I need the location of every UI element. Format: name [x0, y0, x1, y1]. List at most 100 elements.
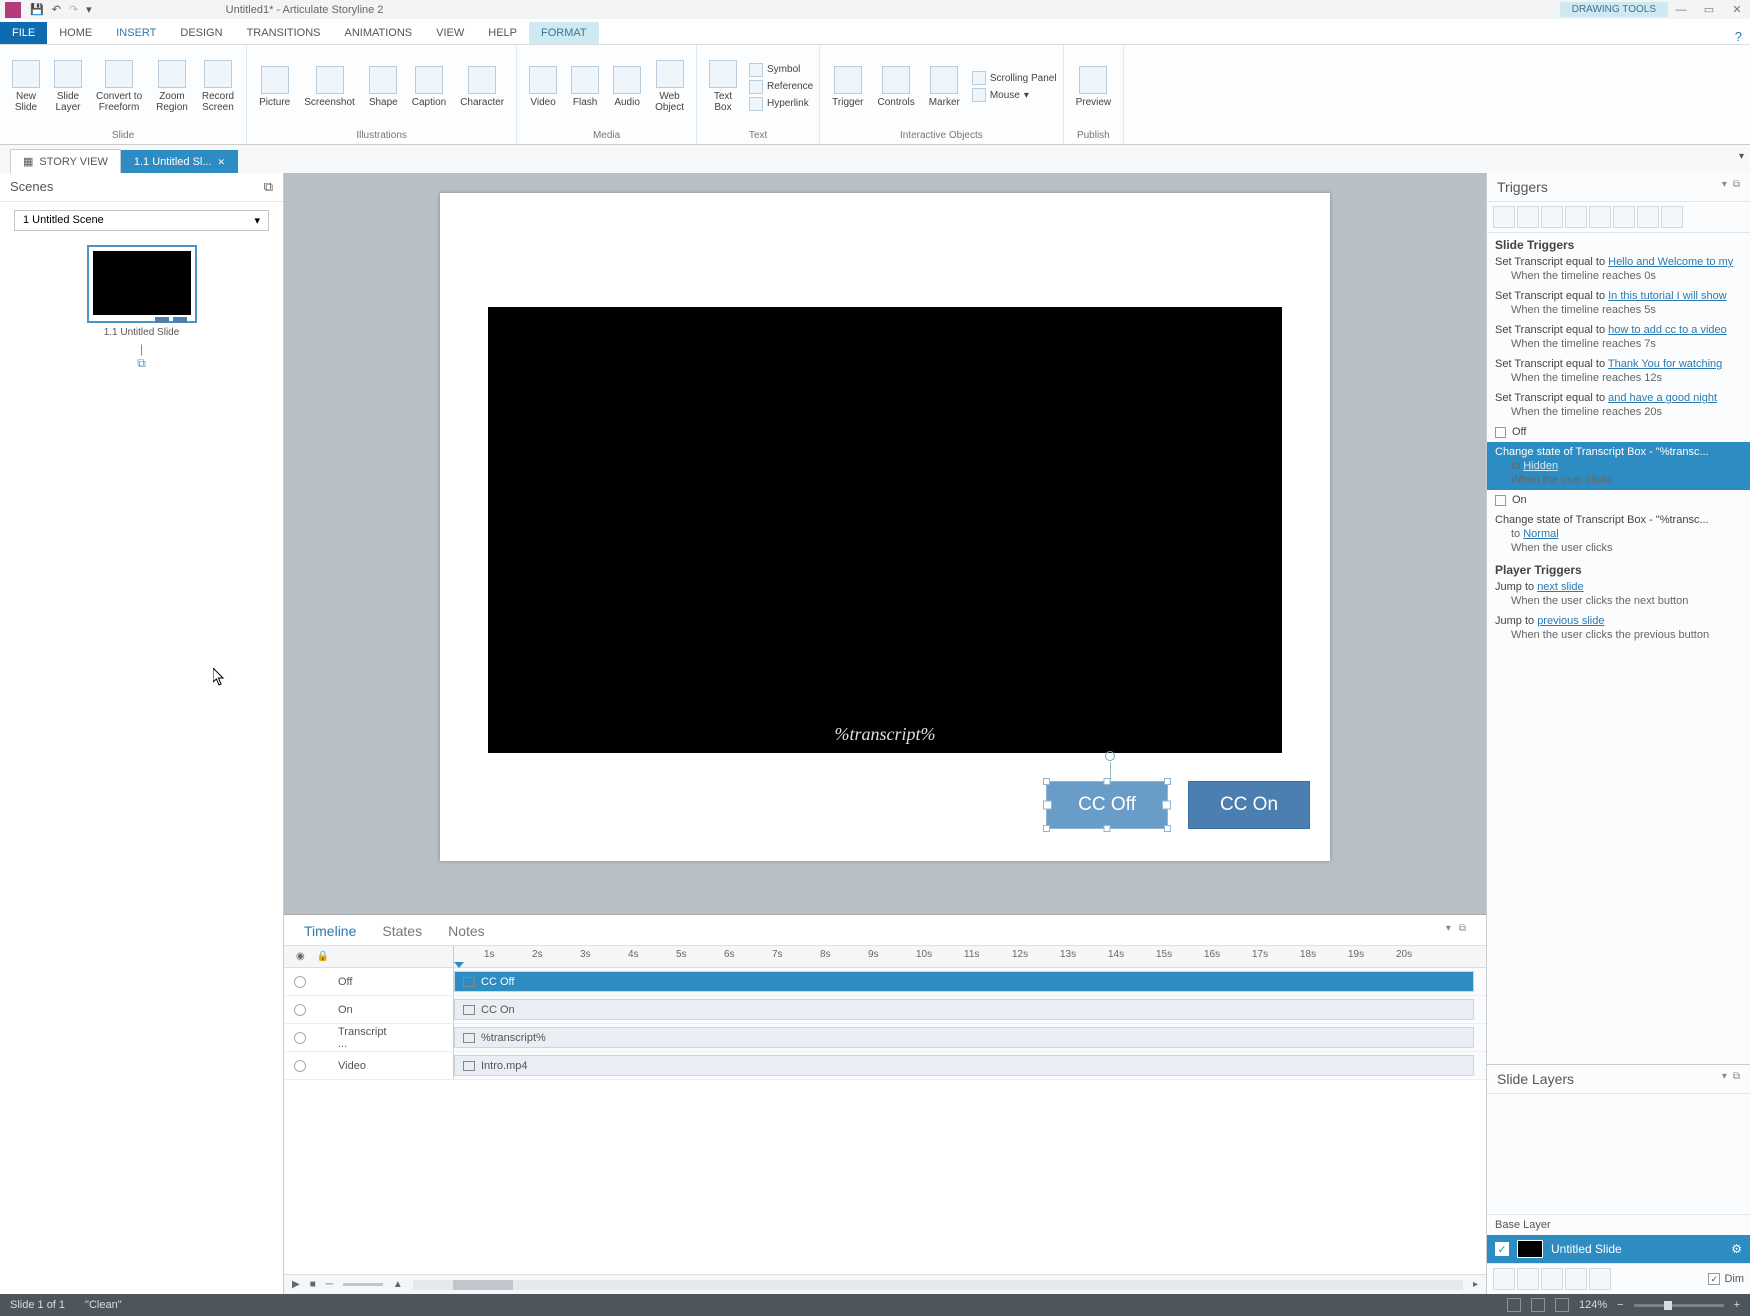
story-view-tab[interactable]: ▦STORY VIEW	[10, 149, 121, 173]
record-screen-button[interactable]: Record Screen	[196, 58, 240, 115]
dim-checkbox[interactable]: ✓	[1708, 1273, 1720, 1285]
zoom-slider[interactable]	[1634, 1304, 1724, 1307]
stop-icon[interactable]: ■	[310, 1279, 316, 1290]
trigger-item[interactable]: Set Transcript equal to Thank You for wa…	[1487, 354, 1750, 388]
redo-icon[interactable]: ↷	[69, 3, 78, 16]
tab-file[interactable]: FILE	[0, 22, 47, 44]
tab-home[interactable]: HOME	[47, 22, 104, 44]
delete-trigger-icon[interactable]	[1589, 206, 1611, 228]
zoom-out-icon[interactable]: −	[1617, 1299, 1623, 1311]
trigger-item[interactable]: Set Transcript equal to and have a good …	[1487, 388, 1750, 422]
move-up-icon[interactable]	[1613, 206, 1635, 228]
timeline-row[interactable]: Transcript ...%transcript%	[284, 1024, 1486, 1052]
timeline-row[interactable]: OnCC On	[284, 996, 1486, 1024]
timeline-ruler[interactable]: 1s2s3s4s5s6s7s8s9s10s11s12s13s14s15s16s1…	[454, 946, 1486, 967]
close-button[interactable]: ✕	[1724, 1, 1750, 19]
eye-icon[interactable]	[294, 1060, 306, 1072]
canvas[interactable]: %transcript% CC Off CC On	[284, 173, 1486, 914]
eye-icon[interactable]	[294, 1032, 306, 1044]
paste-layer-icon[interactable]	[1565, 1268, 1587, 1290]
play-icon[interactable]: ▶	[292, 1279, 300, 1290]
fit-icon[interactable]	[1555, 1298, 1569, 1312]
lock-icon[interactable]	[316, 1060, 328, 1072]
timeline-row[interactable]: OffCC Off	[284, 968, 1486, 996]
trigger-item[interactable]: Set Transcript equal to Hello and Welcom…	[1487, 252, 1750, 286]
web-object-button[interactable]: Web Object	[649, 58, 690, 115]
video-button[interactable]: Video	[523, 64, 563, 110]
tl-end-icon[interactable]: ▸	[1473, 1279, 1478, 1290]
layer-visible-checkbox[interactable]: ✓	[1495, 1242, 1509, 1256]
tab-format[interactable]: FORMAT	[529, 22, 599, 44]
trigger-button[interactable]: Trigger	[826, 64, 869, 110]
audio-button[interactable]: Audio	[607, 64, 647, 110]
symbol-button[interactable]: Symbol	[749, 63, 813, 77]
tab-transitions[interactable]: TRANSITIONS	[235, 22, 333, 44]
trigger-item[interactable]: Set Transcript equal to In this tutorial…	[1487, 286, 1750, 320]
controls-button[interactable]: Controls	[871, 64, 920, 110]
trigger-object[interactable]: On	[1487, 490, 1750, 510]
tl-zoom-in-icon[interactable]: ▲	[393, 1279, 403, 1290]
flash-button[interactable]: Flash	[565, 64, 605, 110]
undo-icon[interactable]: ↶	[52, 3, 61, 16]
slide-layer-button[interactable]: Slide Layer	[48, 58, 88, 115]
slide-stage[interactable]: %transcript% CC Off CC On	[440, 193, 1330, 861]
timeline-scrollbar[interactable]	[413, 1280, 1463, 1290]
hyperlink-button[interactable]: Hyperlink	[749, 97, 813, 111]
copy-trigger-icon[interactable]	[1541, 206, 1563, 228]
delete-layer-icon[interactable]	[1589, 1268, 1611, 1290]
new-trigger-icon[interactable]	[1493, 206, 1515, 228]
notes-tab[interactable]: Notes	[448, 923, 485, 939]
move-down-icon[interactable]	[1637, 206, 1659, 228]
eye-icon[interactable]	[294, 976, 306, 988]
preview-button[interactable]: Preview	[1070, 64, 1118, 110]
caption-button[interactable]: Caption	[406, 64, 452, 110]
minimize-button[interactable]: —	[1668, 1, 1694, 19]
rotation-handle[interactable]	[1105, 751, 1115, 761]
trigger-item[interactable]: Set Transcript equal to how to add cc to…	[1487, 320, 1750, 354]
popout-icon[interactable]: ⧉	[1459, 923, 1466, 939]
mouse-button[interactable]: Mouse ▾	[972, 88, 1057, 102]
paste-trigger-icon[interactable]	[1565, 206, 1587, 228]
character-button[interactable]: Character	[454, 64, 510, 110]
tab-help[interactable]: HELP	[476, 22, 529, 44]
view-grid-icon[interactable]	[1507, 1298, 1521, 1312]
collapse-icon[interactable]: ▾	[1446, 923, 1451, 939]
marker-button[interactable]: Marker	[923, 64, 966, 110]
convert-freeform-button[interactable]: Convert to Freeform	[90, 58, 148, 115]
video-placeholder[interactable]: %transcript%	[488, 307, 1282, 753]
scenes-popout-icon[interactable]: ⧉	[264, 179, 273, 195]
variables-icon[interactable]	[1661, 206, 1683, 228]
tl-zoom-out-icon[interactable]: ─	[326, 1279, 333, 1290]
timeline-tab[interactable]: Timeline	[304, 923, 356, 939]
text-box-button[interactable]: Text Box	[703, 58, 743, 115]
dup-layer-icon[interactable]	[1541, 1268, 1563, 1290]
eye-header-icon[interactable]: ◉	[296, 951, 305, 962]
trigger-item[interactable]: Change state of Transcript Box - "%trans…	[1487, 442, 1750, 490]
popout-icon[interactable]: ⧉	[1733, 1071, 1740, 1087]
edit-trigger-icon[interactable]	[1517, 206, 1539, 228]
tab-view[interactable]: VIEW	[424, 22, 476, 44]
slide-thumbnail[interactable]	[87, 245, 197, 323]
timeline-row[interactable]: VideoIntro.mp4	[284, 1052, 1486, 1080]
collapse-icon[interactable]: ▾	[1722, 179, 1727, 195]
popout-icon[interactable]: ⧉	[1733, 179, 1740, 195]
lock-icon[interactable]	[316, 1004, 328, 1016]
qat-more-icon[interactable]: ▾	[86, 3, 92, 16]
trigger-item[interactable]: Jump to previous slideWhen the user clic…	[1487, 611, 1750, 645]
collapse-icon[interactable]: ▾	[1722, 1071, 1727, 1087]
states-tab[interactable]: States	[382, 923, 422, 939]
zoom-in-icon[interactable]: +	[1734, 1299, 1740, 1311]
tabs-more-icon[interactable]: ▾	[1739, 151, 1744, 162]
screenshot-button[interactable]: Screenshot	[298, 64, 361, 110]
cc-on-button[interactable]: CC On	[1188, 781, 1310, 829]
trigger-item[interactable]: Jump to next slideWhen the user clicks t…	[1487, 577, 1750, 611]
eye-icon[interactable]	[294, 1004, 306, 1016]
scrolling-panel-button[interactable]: Scrolling Panel	[972, 71, 1057, 85]
lock-icon[interactable]	[316, 1032, 328, 1044]
reference-button[interactable]: Reference	[749, 80, 813, 94]
lock-header-icon[interactable]: 🔒	[317, 951, 329, 962]
view-single-icon[interactable]	[1531, 1298, 1545, 1312]
edit-layer-icon[interactable]	[1517, 1268, 1539, 1290]
picture-button[interactable]: Picture	[253, 64, 296, 110]
save-icon[interactable]: 💾	[30, 3, 44, 16]
